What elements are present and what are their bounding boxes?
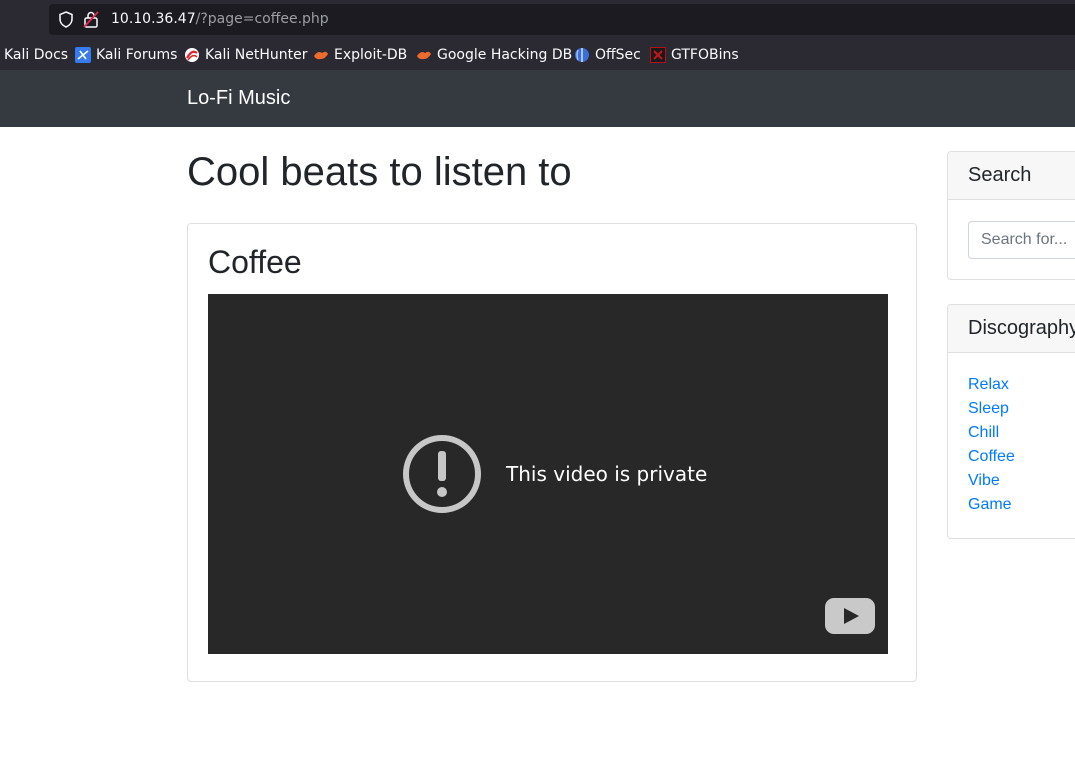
bookmark-google-hacking-db[interactable]: Google Hacking DB	[416, 44, 572, 66]
bookmark-label: Kali Docs	[4, 47, 69, 63]
bookmark-label: GTFOBins	[671, 47, 739, 63]
browser-chrome: 10.10.36.47/?page=coffee.php Kali Docs K…	[0, 0, 1075, 70]
discography-list: Relax Sleep Chill Coffee Vibe Game	[948, 353, 1075, 519]
shield-icon[interactable]	[58, 11, 74, 28]
bookmark-kali-docs[interactable]: Kali Docs	[4, 44, 68, 66]
bookmark-label: Kali NetHunter	[205, 47, 308, 63]
search-heading: Search	[948, 152, 1075, 200]
url-host: 10.10.36.47	[111, 11, 196, 27]
bookmark-label: Exploit-DB	[334, 47, 408, 63]
url-path: /?page=coffee.php	[195, 11, 329, 27]
bookmarks-bar: Kali Docs Kali Forums Kali NetHunter Exp…	[0, 44, 1075, 66]
discography-link-coffee[interactable]: Coffee	[968, 448, 1015, 465]
bookmark-offsec[interactable]: OffSec	[574, 44, 641, 66]
youtube-logo-icon[interactable]	[825, 598, 875, 634]
bookmark-gtfobins[interactable]: GTFOBins	[650, 44, 739, 66]
bookmark-label: OffSec	[595, 47, 641, 63]
discography-link-relax[interactable]: Relax	[968, 376, 1009, 393]
card-title: Coffee	[208, 244, 302, 280]
search-widget: Search	[947, 151, 1075, 280]
list-item: Sleep	[968, 399, 1075, 423]
discography-heading: Discography	[948, 305, 1075, 353]
discography-link-chill[interactable]: Chill	[968, 424, 999, 441]
kali-nethunter-icon	[185, 48, 199, 62]
exploit-db-icon	[314, 51, 328, 60]
gtfobins-icon	[650, 47, 666, 63]
discography-widget: Discography Relax Sleep Chill Coffee Vib…	[947, 304, 1075, 539]
bookmark-kali-forums[interactable]: Kali Forums	[75, 44, 177, 66]
bookmark-label: Kali Forums	[96, 47, 178, 63]
discography-link-game[interactable]: Game	[968, 496, 1012, 513]
video-player[interactable]: This video is private	[208, 294, 888, 654]
list-item: Relax	[968, 375, 1075, 399]
url-text[interactable]: 10.10.36.47/?page=coffee.php	[111, 11, 329, 27]
offsec-icon	[575, 48, 589, 62]
google-hacking-db-icon	[417, 51, 431, 60]
site-navbar: Lo-Fi Music	[0, 70, 1075, 127]
discography-link-vibe[interactable]: Vibe	[968, 472, 1000, 489]
bookmark-kali-nethunter[interactable]: Kali NetHunter	[184, 44, 307, 66]
track-card: Coffee This video is private	[187, 223, 917, 682]
bookmark-label: Google Hacking DB	[437, 47, 573, 63]
private-video-warning-icon	[403, 435, 481, 513]
kali-forums-icon	[75, 47, 91, 63]
search-input[interactable]	[968, 221, 1075, 259]
video-private-message: This video is private	[506, 462, 708, 486]
navbar-brand[interactable]: Lo-Fi Music	[187, 87, 290, 110]
list-item: Vibe	[968, 471, 1075, 495]
list-item: Game	[968, 495, 1075, 519]
discography-link-sleep[interactable]: Sleep	[968, 400, 1009, 417]
list-item: Coffee	[968, 447, 1075, 471]
bookmark-exploit-db[interactable]: Exploit-DB	[313, 44, 407, 66]
list-item: Chill	[968, 423, 1075, 447]
address-bar[interactable]: 10.10.36.47/?page=coffee.php	[49, 4, 1075, 35]
page-title: Cool beats to listen to	[187, 150, 572, 194]
insecure-lock-icon[interactable]	[83, 10, 99, 28]
